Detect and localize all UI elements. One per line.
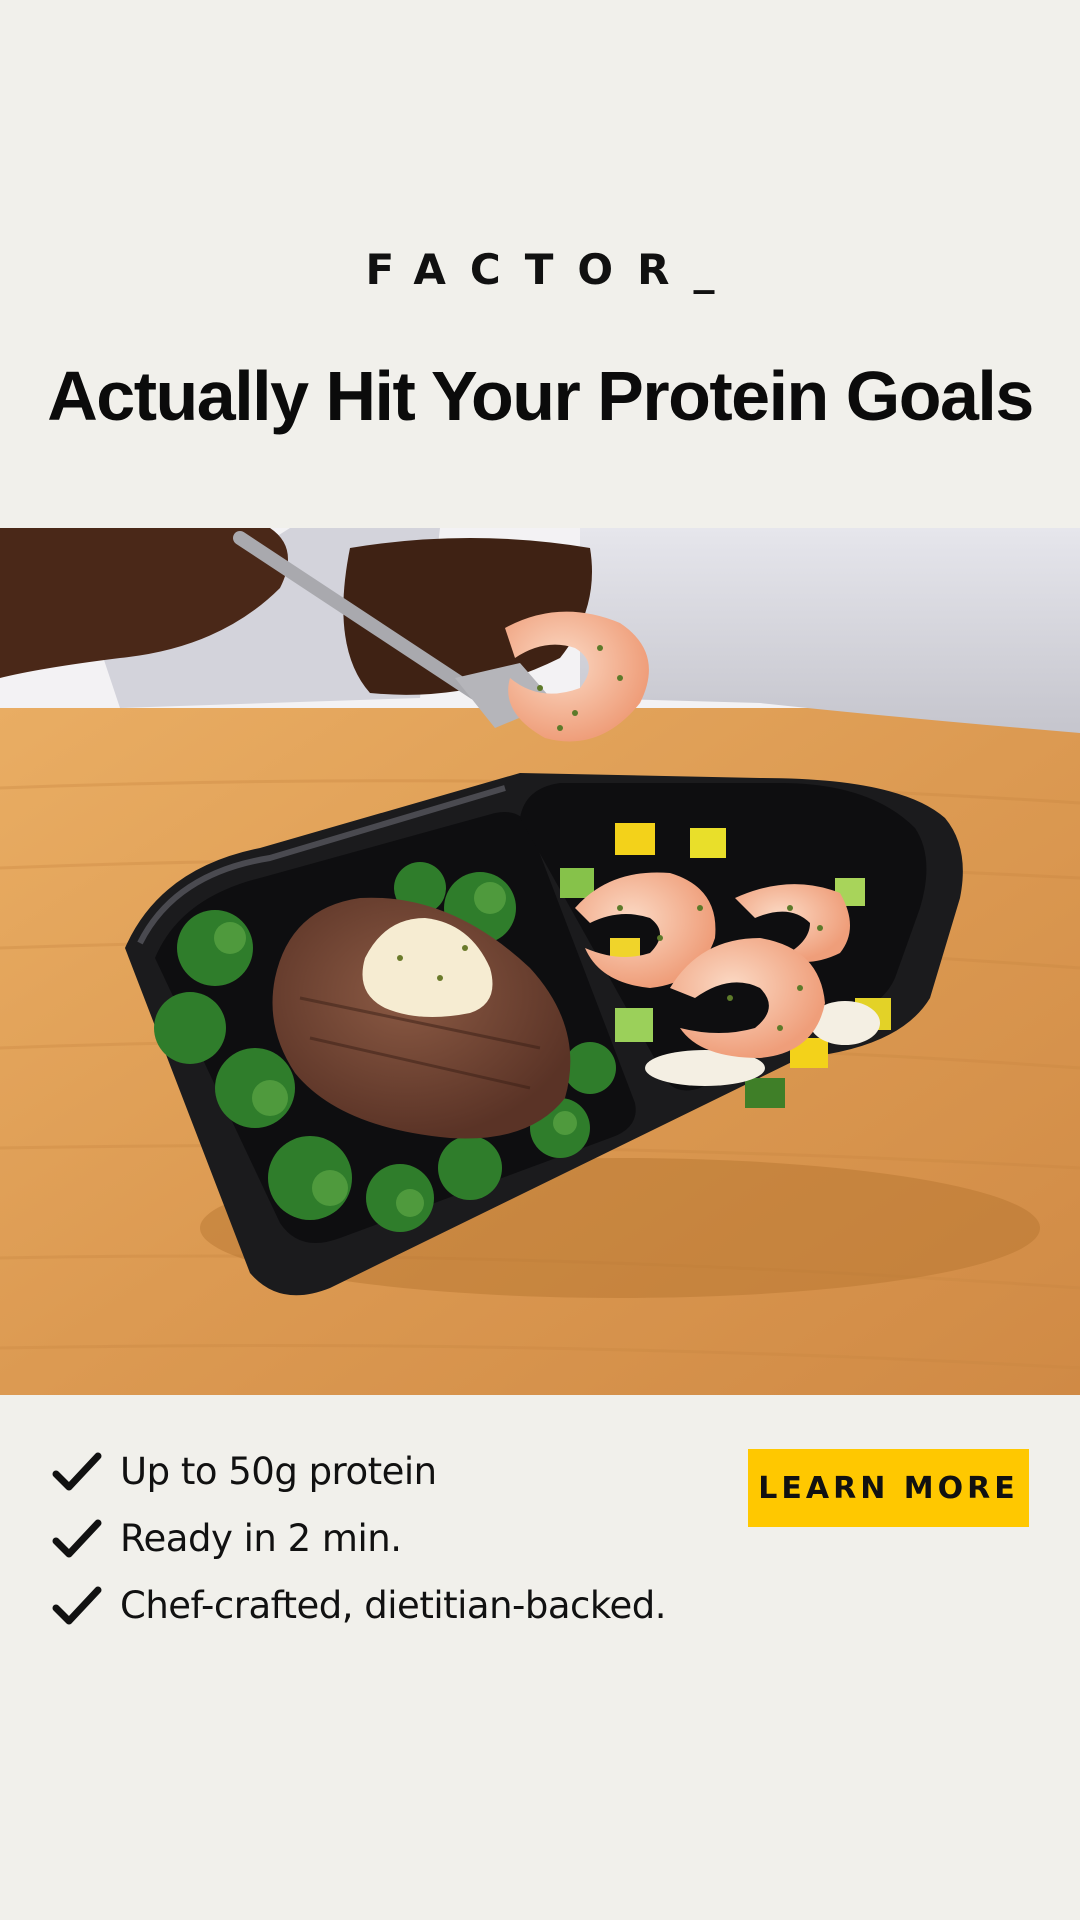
headline: Actually Hit Your Protein Goals: [47, 357, 1034, 435]
check-icon: [52, 1586, 102, 1624]
feature-text: Ready in 2 min.: [120, 1517, 402, 1560]
hero-photo: [0, 528, 1080, 1395]
learn-more-button[interactable]: LEARN MORE: [748, 1449, 1029, 1527]
factor-logo: FACTOR_: [365, 245, 739, 294]
check-icon: [52, 1519, 102, 1557]
feature-text: Up to 50g protein: [120, 1450, 437, 1493]
feature-item: Ready in 2 min.: [52, 1505, 666, 1572]
check-icon: [52, 1452, 102, 1490]
feature-text: Chef-crafted, dietitian-backed.: [120, 1584, 667, 1627]
feature-item: Up to 50g protein: [52, 1438, 666, 1505]
feature-item: Chef-crafted, dietitian-backed.: [52, 1572, 667, 1639]
feature-list: Up to 50g protein Ready in 2 min. Chef-c…: [52, 1438, 667, 1639]
